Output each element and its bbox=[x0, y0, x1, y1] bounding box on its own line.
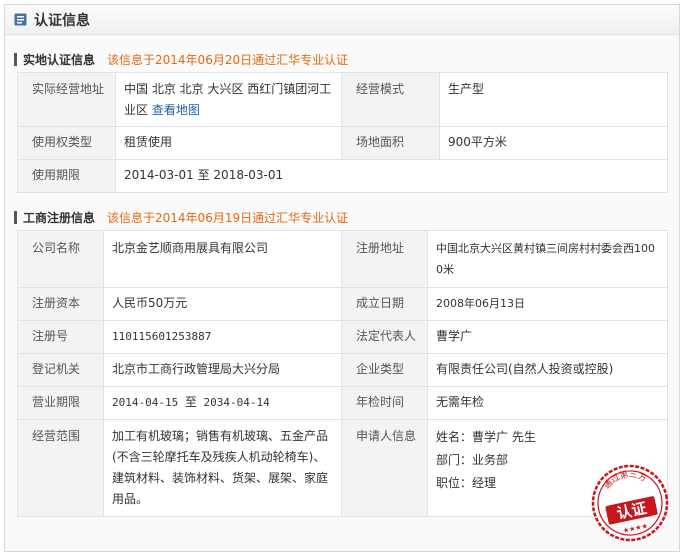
period-separator: 至 bbox=[197, 168, 210, 182]
document-icon bbox=[14, 13, 27, 26]
period-value: 2014-03-01 至 2018-03-01 bbox=[115, 159, 668, 193]
address-label: 实际经营地址 bbox=[17, 72, 116, 127]
term-start: 2014-04-15 bbox=[112, 396, 179, 409]
term-separator: 至 bbox=[184, 395, 197, 409]
capital-label: 注册资本 bbox=[17, 287, 104, 321]
authority-label: 登记机关 bbox=[17, 353, 104, 387]
certification-stamp-icon: 通过第三方 认证 ★★★★ bbox=[591, 465, 669, 542]
reg-address-label: 注册地址 bbox=[341, 230, 428, 288]
reg-number-label: 注册号 bbox=[17, 320, 104, 354]
table-row: 注册资本 人民币50万元 成立日期 2008年06月13日 bbox=[17, 287, 668, 321]
address-cell: 中国 北京 北京 大兴区 西红门镇团河工业区 查看地图 bbox=[115, 72, 342, 127]
table-row: 使用期限 2014-03-01 至 2018-03-01 bbox=[17, 159, 668, 193]
mode-value: 生产型 bbox=[439, 72, 668, 127]
stamp-stars: ★★★★ bbox=[622, 522, 648, 535]
capital-value: 人民币50万元 bbox=[103, 287, 342, 321]
section-marker bbox=[14, 210, 17, 224]
stamp-main-text: 认证 bbox=[615, 499, 648, 523]
table-row: 注册号 110115601253887 法定代表人 曹学广 bbox=[17, 320, 668, 354]
legal-rep-label: 法定代表人 bbox=[341, 320, 428, 354]
annual-check-label: 年检时间 bbox=[341, 386, 428, 420]
table-row: 营业期限 2014-04-15 至 2034-04-14 年检时间 无需年检 bbox=[17, 386, 668, 420]
founded-label: 成立日期 bbox=[341, 287, 428, 321]
period-end: 2018-03-01 bbox=[213, 168, 284, 182]
table-row: 公司名称 北京金艺顺商用展具有限公司 注册地址 中国北京大兴区黄村镇三间房村村委… bbox=[17, 230, 668, 288]
company-type-value: 有限责任公司(自然人投资或控股) bbox=[427, 353, 668, 387]
right-type-label: 使用权类型 bbox=[17, 126, 116, 160]
applicant-label: 申请人信息 bbox=[341, 419, 428, 517]
scope-value: 加工有机玻璃；销售有机玻璃、五金产品(不含三轮摩托车及残疾人机动轮椅车)、建筑材… bbox=[103, 419, 342, 517]
applicant-name: 姓名：曹学广 先生 bbox=[436, 430, 536, 444]
legal-rep-value: 曹学广 bbox=[427, 320, 668, 354]
biz-certification-note: 该信息于2014年06月19日通过汇华专业认证 bbox=[107, 210, 349, 225]
biz-section-title: 工商注册信息 bbox=[23, 210, 96, 225]
company-label: 公司名称 bbox=[17, 230, 104, 288]
view-map-link[interactable]: 查看地图 bbox=[152, 103, 200, 117]
biz-section-header: 工商注册信息 该信息于2014年06月19日通过汇华专业认证 bbox=[14, 208, 348, 226]
table-row: 经营范围 加工有机玻璃；销售有机玻璃、五金产品(不含三轮摩托车及残疾人机动轮椅车… bbox=[17, 419, 668, 517]
term-label: 营业期限 bbox=[17, 386, 104, 420]
mode-label: 经营模式 bbox=[341, 72, 440, 127]
site-section-header: 实地认证信息 该信息于2014年06月20日通过汇华专业认证 bbox=[14, 50, 348, 68]
area-label: 场地面积 bbox=[341, 126, 440, 160]
table-row: 登记机关 北京市工商行政管理局大兴分局 企业类型 有限责任公司(自然人投资或控股… bbox=[17, 353, 668, 387]
reg-address-value: 中国北京大兴区黄村镇三间房村村委会西1000米 bbox=[427, 230, 668, 288]
company-value: 北京金艺顺商用展具有限公司 bbox=[103, 230, 342, 288]
panel-title: 认证信息 bbox=[34, 12, 90, 29]
company-type-label: 企业类型 bbox=[341, 353, 428, 387]
site-section-title: 实地认证信息 bbox=[23, 52, 96, 67]
period-label: 使用期限 bbox=[17, 159, 116, 193]
authority-value: 北京市工商行政管理局大兴分局 bbox=[103, 353, 342, 387]
period-start: 2014-03-01 bbox=[124, 168, 194, 182]
term-value: 2014-04-15 至 2034-04-14 bbox=[103, 386, 342, 420]
panel-header: 认证信息 bbox=[5, 5, 679, 35]
table-row: 实际经营地址 中国 北京 北京 大兴区 西红门镇团河工业区 查看地图 经营模式 … bbox=[17, 72, 668, 127]
biz-info-table: 公司名称 北京金艺顺商用展具有限公司 注册地址 中国北京大兴区黄村镇三间房村村委… bbox=[17, 230, 668, 517]
site-info-table: 实际经营地址 中国 北京 北京 大兴区 西红门镇团河工业区 查看地图 经营模式 … bbox=[17, 72, 668, 193]
right-type-value: 租赁使用 bbox=[115, 126, 342, 160]
area-value: 900平方米 bbox=[439, 126, 668, 160]
term-end: 2034-04-14 bbox=[203, 396, 270, 409]
table-row: 使用权类型 租赁使用 场地面积 900平方米 bbox=[17, 126, 668, 160]
founded-value: 2008年06月13日 bbox=[427, 287, 668, 321]
section-marker bbox=[14, 52, 17, 66]
reg-number-value: 110115601253887 bbox=[103, 320, 342, 354]
site-certification-note: 该信息于2014年06月20日通过汇华专业认证 bbox=[107, 52, 349, 67]
annual-check-value: 无需年检 bbox=[427, 386, 668, 420]
scope-label: 经营范围 bbox=[17, 419, 104, 517]
